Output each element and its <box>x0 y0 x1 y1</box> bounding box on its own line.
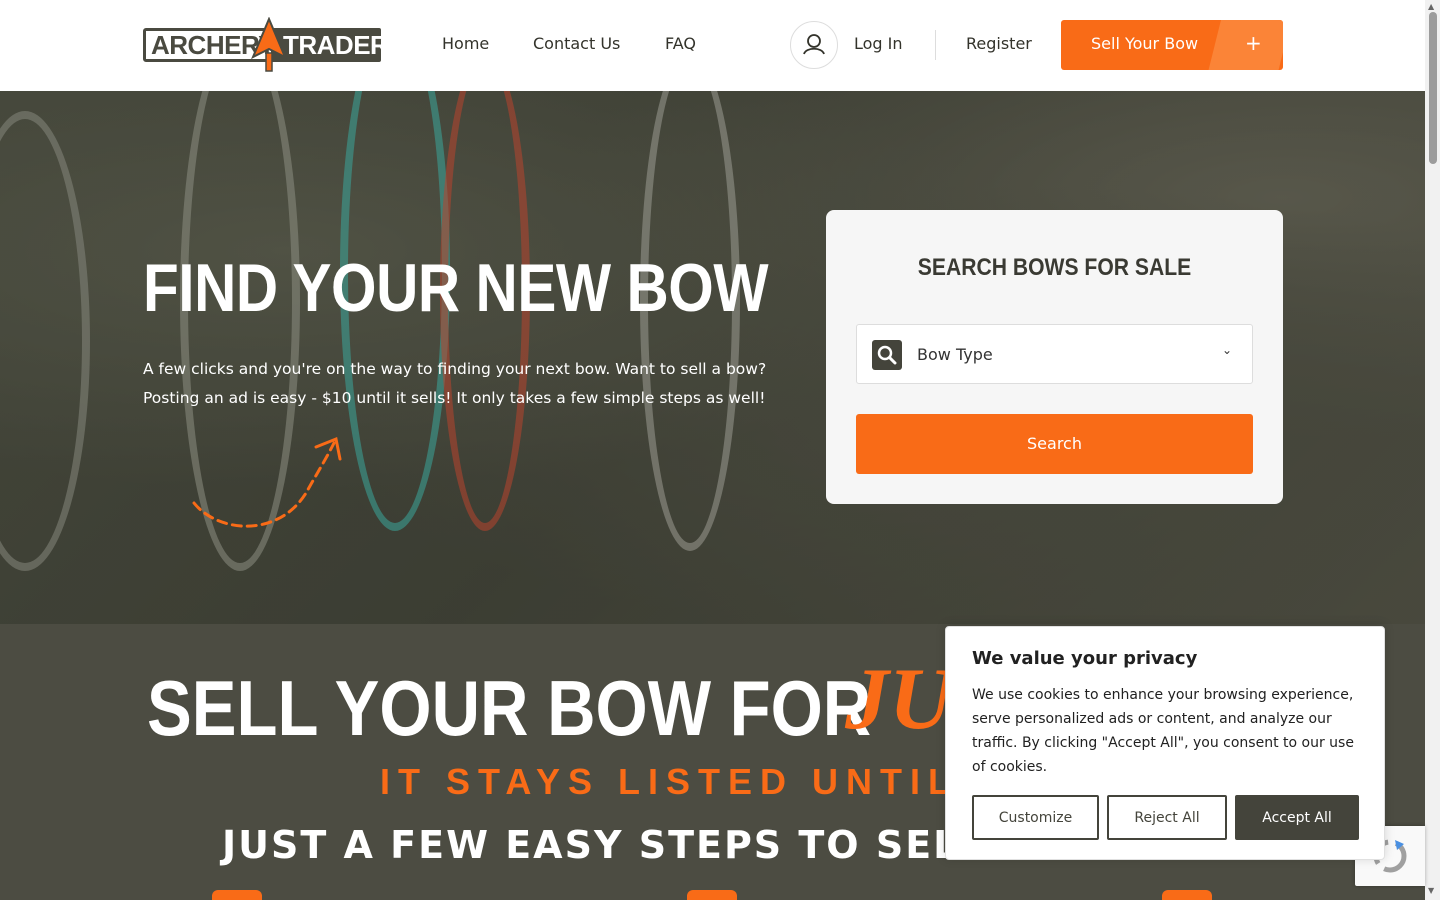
accept-all-button[interactable]: Accept All <box>1235 795 1359 840</box>
logo-text-right: TRADER <box>283 30 389 60</box>
hero-title: FIND YOUR NEW BOW <box>143 250 769 326</box>
hero-section: FIND YOUR NEW BOW A few clicks and you'r… <box>0 91 1425 624</box>
register-link[interactable]: Register <box>966 34 1032 53</box>
search-card-title: SEARCH BOWS FOR SALE <box>917 254 1192 281</box>
search-button[interactable]: Search <box>856 414 1253 474</box>
step-icon <box>1162 890 1212 900</box>
stays-listed-text: IT STAYS LISTED UNTIL IT <box>380 761 1024 802</box>
hero-subtitle: A few clicks and you're on the way to fi… <box>143 360 767 407</box>
plus-icon: + <box>1245 31 1262 55</box>
site-header: ARCHERY TRADER Home Contact Us FAQ Log I… <box>0 0 1425 91</box>
search-card: SEARCH BOWS FOR SALE Bow Type ⌄ Search <box>826 210 1283 504</box>
page-scrollbar[interactable]: ▲ ▼ <box>1425 0 1440 900</box>
sell-title: SELL YOUR BOW FOR <box>147 664 872 752</box>
cookie-text: We use cookies to enhance your browsing … <box>972 687 1354 775</box>
user-icon <box>803 34 825 55</box>
sell-title-accent: JU <box>845 651 953 748</box>
search-icon <box>872 340 902 370</box>
nav-faq[interactable]: FAQ <box>665 34 696 53</box>
steps-title: JUST A FEW EASY STEPS TO SELL <box>222 823 986 867</box>
cookie-consent-banner: We value your privacy We use cookies to … <box>945 626 1385 860</box>
customize-button[interactable]: Customize <box>972 795 1099 840</box>
scroll-up-arrow-icon[interactable]: ▲ <box>1428 2 1434 11</box>
nav-home[interactable]: Home <box>442 34 489 53</box>
arrowhead-icon <box>251 17 287 72</box>
chevron-down-icon: ⌄ <box>1221 343 1232 357</box>
curved-arrow-icon <box>192 436 342 528</box>
nav-contact-us[interactable]: Contact Us <box>533 34 620 53</box>
archery-trader-logo[interactable]: ARCHERY TRADER <box>143 17 389 73</box>
step-icon <box>687 890 737 900</box>
step-icon <box>212 890 262 900</box>
scroll-down-arrow-icon[interactable]: ▼ <box>1428 886 1434 895</box>
background-bow-decoration <box>0 111 90 571</box>
user-account-button[interactable] <box>790 21 838 69</box>
bow-type-select[interactable]: Bow Type ⌄ <box>856 324 1253 384</box>
bow-type-select-value: Bow Type <box>917 345 993 364</box>
sell-your-bow-button[interactable]: Sell Your Bow + <box>1061 20 1283 70</box>
login-link[interactable]: Log In <box>854 34 903 53</box>
cookie-title: We value your privacy <box>972 648 1198 669</box>
scroll-thumb[interactable] <box>1429 12 1437 164</box>
reject-all-button[interactable]: Reject All <box>1107 795 1227 840</box>
header-divider <box>935 30 936 60</box>
sell-button-label: Sell Your Bow <box>1091 34 1199 53</box>
